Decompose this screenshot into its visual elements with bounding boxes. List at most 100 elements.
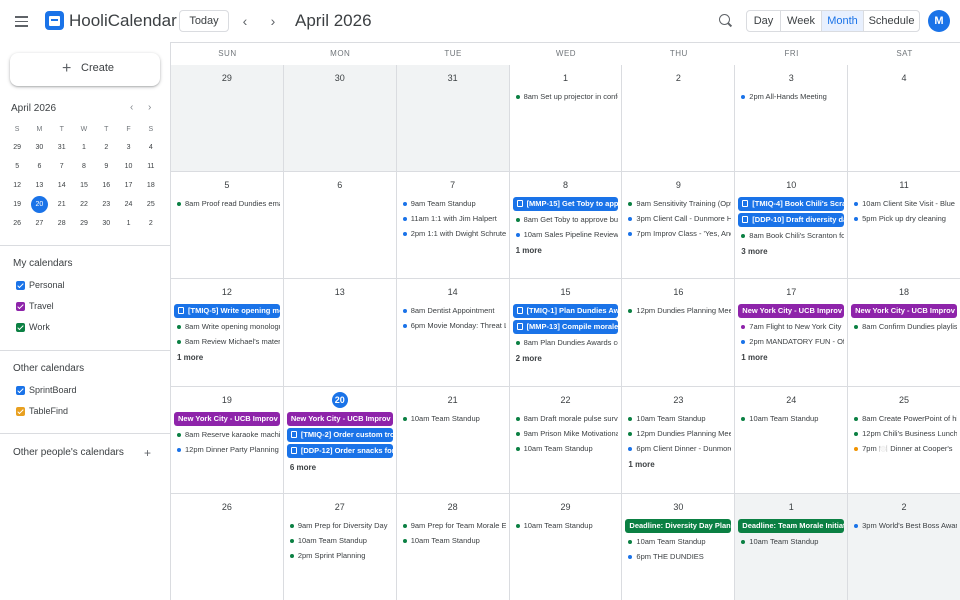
event-item[interactable]: 2pm MANDATORY FUN - Office bbox=[738, 335, 844, 349]
day-cell[interactable]: 16 12pm Dundies Planning Meeting bbox=[622, 279, 736, 387]
day-cell[interactable]: 21 10am Team Standup bbox=[396, 386, 510, 494]
mini-calendar-day[interactable]: 2 bbox=[140, 214, 162, 233]
day-cell[interactable]: 14 8am Dentist Appointment 6pm Movie Monda… bbox=[396, 279, 510, 387]
event-item[interactable]: 8am Write opening monologue bbox=[174, 320, 280, 334]
event-item[interactable]: 6pm THE DUNDIES bbox=[625, 550, 731, 564]
view-day-button[interactable]: Day bbox=[747, 11, 780, 31]
day-cell[interactable]: 20 New York City - UCB Improv [TMIQ-2] Ord… bbox=[283, 386, 397, 494]
event-item[interactable]: 8am Create PowerPoint of highlights bbox=[851, 412, 957, 426]
event-item[interactable]: 11am 1:1 with Jim Halpert bbox=[400, 212, 506, 226]
event-chip[interactable]: [TMIQ-5] Write opening monologue bbox=[174, 304, 280, 319]
day-cell[interactable]: 27 9am Prep for Diversity Day 10am Team St… bbox=[283, 493, 397, 600]
mini-calendar-day[interactable]: 27 bbox=[28, 214, 50, 233]
add-calendar-plus-icon[interactable]: + bbox=[144, 446, 151, 460]
event-item[interactable]: 9am Team Standup bbox=[400, 197, 506, 211]
day-cell[interactable]: 7 9am Team Standup 11am 1:1 with Jim Halpe… bbox=[396, 172, 510, 280]
event-chip[interactable]: New York City - UCB Improv bbox=[738, 304, 845, 319]
mini-calendar-day[interactable]: 17 bbox=[117, 176, 139, 195]
event-item[interactable]: 10am Client Site Visit - Blue Cross bbox=[851, 197, 957, 211]
day-cell[interactable]: 2 bbox=[622, 65, 736, 173]
day-cell[interactable]: 4 bbox=[848, 65, 960, 173]
day-cell[interactable]: 30 bbox=[283, 65, 397, 173]
view-month-button[interactable]: Month bbox=[821, 11, 863, 31]
event-chip[interactable]: [DDP-10] Draft diversity day bbox=[738, 213, 845, 228]
day-cell[interactable]: 24 10am Team Standup bbox=[735, 386, 849, 494]
event-item[interactable]: 7pm Improv Class - 'Yes, And' bbox=[625, 227, 731, 241]
main-menu-icon[interactable] bbox=[12, 11, 32, 31]
date-number[interactable]: 29 bbox=[171, 70, 283, 86]
event-chip[interactable]: Deadline: Team Morale Initiative bbox=[738, 518, 845, 533]
event-chip[interactable]: [MMP-15] Get Toby to approve bbox=[512, 197, 619, 212]
date-number[interactable]: 6 bbox=[284, 177, 396, 193]
mini-calendar-day[interactable]: 1 bbox=[117, 214, 139, 233]
event-chip[interactable]: Deadline: Diversity Day Plan bbox=[625, 518, 732, 533]
date-number[interactable]: 24 bbox=[735, 392, 847, 408]
event-item[interactable]: 2pm All-Hands Meeting bbox=[738, 90, 844, 104]
date-number[interactable]: 18 bbox=[848, 284, 960, 300]
day-cell[interactable]: 10 [TMIQ-4] Book Chili's Scranton [DDP-10]… bbox=[735, 172, 849, 280]
day-cell[interactable]: 19 New York City - UCB Improv 8am Reserve … bbox=[171, 386, 284, 494]
date-number[interactable]: 16 bbox=[622, 284, 734, 300]
event-item[interactable]: 10am Team Standup bbox=[513, 442, 619, 456]
mini-calendar-day[interactable]: 5 bbox=[6, 157, 28, 176]
date-number[interactable]: 2 bbox=[622, 70, 734, 86]
more-events-link[interactable]: 1 more bbox=[741, 352, 767, 364]
event-item[interactable]: 8am Draft morale pulse survey bbox=[513, 412, 618, 426]
user-avatar[interactable]: M bbox=[928, 10, 950, 32]
mini-calendar-day[interactable]: 31 bbox=[51, 138, 73, 157]
day-cell[interactable]: 29 10am Team Standup bbox=[509, 493, 623, 600]
mini-calendar-day[interactable]: 24 bbox=[117, 195, 139, 214]
date-number[interactable]: 22 bbox=[510, 392, 622, 408]
day-cell[interactable]: 12 [TMIQ-5] Write opening monologue 8am Wr… bbox=[171, 279, 284, 387]
date-number[interactable]: 12 bbox=[171, 284, 283, 300]
event-item[interactable]: 8am Reserve karaoke machine bbox=[174, 428, 280, 442]
day-cell[interactable]: 1 8am Set up projector in conference room bbox=[509, 65, 623, 173]
date-number[interactable]: 11 bbox=[848, 177, 960, 193]
checkbox-checked-icon[interactable] bbox=[16, 407, 25, 416]
day-cell[interactable]: 26 bbox=[171, 493, 284, 600]
event-item[interactable]: 10am Team Standup bbox=[513, 519, 619, 533]
date-number[interactable]: 1 bbox=[510, 70, 622, 86]
mini-calendar-day[interactable]: 19 bbox=[6, 195, 28, 214]
date-number[interactable]: 10 bbox=[735, 177, 847, 193]
day-cell[interactable]: 17 New York City - UCB Improv 7am Flight t… bbox=[735, 279, 849, 387]
my-calendars-heading[interactable]: My calendars bbox=[13, 258, 72, 269]
date-number[interactable]: 21 bbox=[397, 392, 509, 408]
mini-calendar-day[interactable]: 14 bbox=[51, 176, 73, 195]
event-chip[interactable]: [TMIQ-4] Book Chili's Scranton bbox=[738, 197, 845, 212]
event-item[interactable]: 5pm Pick up dry cleaning bbox=[851, 212, 957, 226]
mini-calendar-day[interactable]: 29 bbox=[73, 214, 95, 233]
event-item[interactable]: 8am Confirm Dundies playlist bbox=[851, 320, 957, 334]
date-number[interactable]: 28 bbox=[397, 499, 509, 515]
date-number[interactable]: 13 bbox=[284, 284, 396, 300]
event-chip[interactable]: [DDP-12] Order snacks for party bbox=[286, 443, 393, 458]
checkbox-checked-icon[interactable] bbox=[16, 302, 25, 311]
event-item[interactable]: 8am Get Toby to approve budget bbox=[513, 213, 618, 227]
day-cell[interactable]: 11 10am Client Site Visit - Blue Cross5pm… bbox=[848, 172, 960, 280]
date-number[interactable]: 23 bbox=[622, 392, 734, 408]
date-number[interactable]: 30 bbox=[284, 70, 396, 86]
day-cell[interactable]: 8 [MMP-15] Get Toby to approve 8am Get Tob… bbox=[509, 172, 623, 280]
other-peoples-calendars-heading[interactable]: Other people's calendars bbox=[13, 447, 124, 458]
mini-calendar-day[interactable]: 21 bbox=[51, 195, 73, 214]
event-item[interactable]: 8am Set up projector in conference room bbox=[513, 90, 618, 104]
more-events-link[interactable]: 3 more bbox=[741, 246, 767, 258]
date-number[interactable]: 9 bbox=[622, 177, 734, 193]
view-schedule-button[interactable]: Schedule bbox=[863, 11, 919, 31]
event-item[interactable]: 2pm Sprint Planning bbox=[287, 549, 393, 563]
day-cell[interactable]: 31 bbox=[396, 65, 510, 173]
mini-calendar-day[interactable]: 7 bbox=[51, 157, 73, 176]
checkbox-checked-icon[interactable] bbox=[16, 281, 25, 290]
next-month-button[interactable]: › bbox=[263, 10, 283, 32]
mini-calendar-day[interactable]: 13 bbox=[28, 176, 50, 195]
date-number[interactable]: 2 bbox=[848, 499, 960, 515]
date-number[interactable]: 31 bbox=[397, 70, 509, 86]
day-cell[interactable]: 30 Deadline: Diversity Day Plan 10am Team … bbox=[622, 493, 736, 600]
mini-calendar-day[interactable]: 4 bbox=[140, 138, 162, 157]
mini-prev-month-icon[interactable]: ‹ bbox=[130, 102, 133, 113]
today-date-number[interactable]: 20 bbox=[284, 391, 396, 408]
mini-calendar-day[interactable]: 9 bbox=[95, 157, 117, 176]
date-number[interactable]: 5 bbox=[171, 177, 283, 193]
more-events-link[interactable]: 1 more bbox=[177, 352, 203, 364]
day-cell[interactable]: 22 8am Draft morale pulse survey 9am Priso… bbox=[509, 386, 623, 494]
